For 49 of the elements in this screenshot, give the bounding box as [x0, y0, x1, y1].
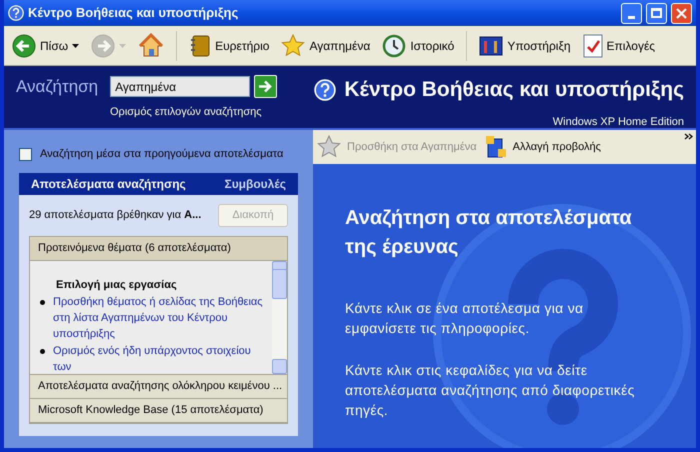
banner-title: Κέντρο Βοήθειας και υποστήριξης	[344, 77, 684, 103]
pane-tab[interactable]: Αποτελέσματα αναζήτησης	[31, 174, 186, 192]
index-button[interactable]: Ευρετήριο	[185, 30, 274, 62]
section-header[interactable]: Microsoft Knowledge Base (15 αποτελέσματα)	[30, 398, 287, 422]
help-icon	[314, 78, 336, 101]
topic-link[interactable]: Προσθήκη θέματος ή σελίδας της Βοήθειας στη λίστα Αγαπημένων του Κέντρου υποστήριξης	[53, 294, 268, 342]
star-icon	[281, 34, 306, 58]
help-icon	[8, 5, 24, 21]
panels-icon	[484, 135, 507, 159]
group-heading: Επιλογή μιας εργασίας	[55, 278, 178, 292]
section-header[interactable]: Αποτελέσματα αναζήτησης ολόκληρου κειμένου ...	[30, 374, 287, 398]
favorites-button[interactable]: Αγαπημένα	[277, 30, 374, 62]
topic-link[interactable]: Ορισμός ενός ήδη υπάρχοντος στοιχείου των	[53, 343, 268, 375]
change-view-button[interactable]: Αλλαγή προβολής	[484, 135, 601, 159]
go-button[interactable]	[254, 75, 278, 98]
checkbox-label: Αναζήτηση μέσα στα προηγούμενα αποτελέσματα	[40, 147, 284, 162]
search-label: Αναζήτηση	[16, 76, 98, 98]
back-button[interactable]: Πίσω	[8, 30, 84, 62]
history-button[interactable]: Ιστορικό	[378, 30, 458, 62]
edition-label: Windows XP Home Edition	[552, 114, 684, 130]
close-button[interactable]	[671, 2, 692, 24]
search-options-link[interactable]: Ορισμός επιλογών αναζήτησης	[110, 104, 278, 120]
content-heading: Αναζήτηση στα αποτελέσματα της έρευνας	[345, 206, 633, 260]
maximize-button[interactable]	[646, 2, 667, 24]
tools-icon	[479, 34, 504, 56]
house-icon	[138, 32, 164, 58]
book-icon	[189, 34, 212, 58]
star-icon	[317, 135, 341, 159]
close-icon	[676, 8, 687, 18]
clock-icon	[382, 34, 406, 58]
content-paragraph: Κάντε κλικ στις κεφαλίδες για να δείτε αποτελέσματα αναζήτησης από διαφορετικές πηγές.	[345, 361, 636, 420]
minimize-button[interactable]	[621, 2, 642, 24]
arrow-icon	[258, 80, 274, 94]
bullet-icon	[40, 300, 45, 305]
support-button[interactable]: Υποστήριξη	[475, 30, 574, 62]
scrollbar[interactable]	[272, 260, 287, 374]
checklist-icon	[582, 34, 602, 58]
bullet-icon	[40, 349, 45, 354]
caret-icon	[72, 44, 80, 48]
results-summary: 29 αποτελέσματα βρέθηκαν για Α...	[29, 208, 202, 223]
content-paragraph: Κάντε κλικ σε ένα αποτέλεσμα για να εμφανίσετε τις πληροφορίες.	[345, 299, 584, 338]
checkbox[interactable]	[19, 148, 32, 161]
search-field[interactable]: Αγαπημένα	[110, 76, 250, 98]
section-header[interactable]: Προτεινόμενα θέματα (6 αποτελέσματα)	[30, 236, 287, 260]
chevron-icon[interactable]	[684, 133, 693, 140]
options-button[interactable]: Επιλογές	[578, 30, 660, 62]
pane-tab[interactable]: Συμβουλές	[224, 174, 286, 192]
caret-icon	[119, 44, 126, 48]
window-title: Κέντρο Βοήθειας και υποστήριξης	[28, 4, 240, 22]
